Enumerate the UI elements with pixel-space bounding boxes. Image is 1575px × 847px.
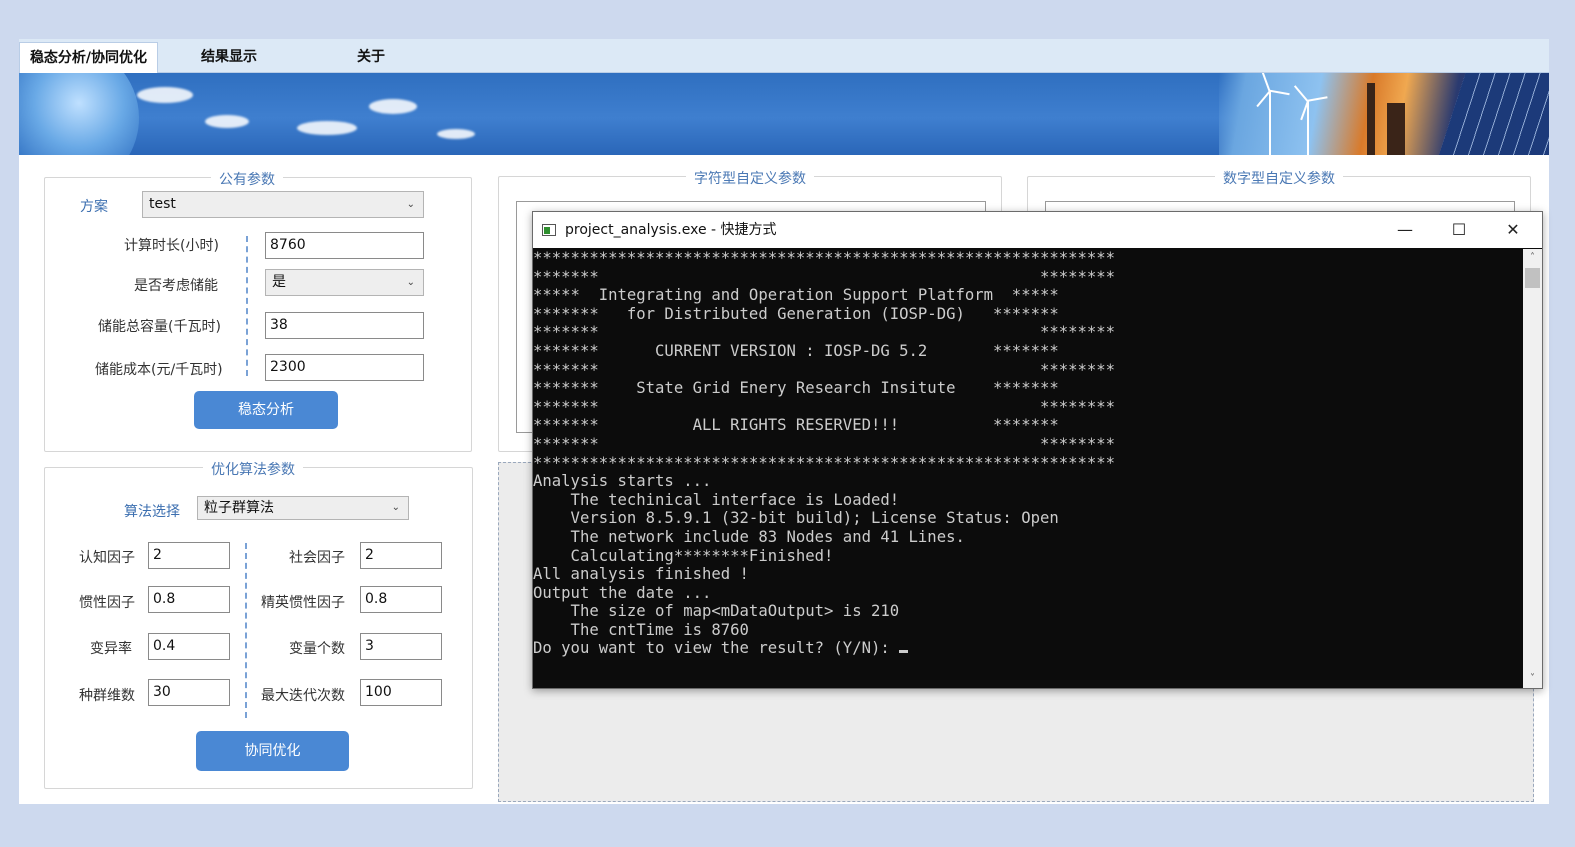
scheme-select[interactable]: test ⌄ [142, 191, 424, 218]
variable-count-input[interactable]: 3 [360, 633, 442, 660]
divider [245, 543, 247, 718]
console-line: ****************************************… [533, 249, 1116, 267]
scroll-up-icon[interactable]: ˄ [1523, 249, 1542, 267]
optimization-params-group: 优化算法参数 算法选择 粒子群算法 ⌄ 认知因子 2 社会因子 2 惯性因子 0… [44, 459, 473, 789]
algorithm-select[interactable]: 粒子群算法 ⌄ [197, 496, 409, 520]
console-line: The size of map<mDataOutput> is 210 [533, 602, 900, 621]
close-icon[interactable]: ✕ [1486, 212, 1540, 248]
elite-inertia-factor-input[interactable]: 0.8 [360, 586, 442, 613]
cloud-image [205, 115, 249, 128]
social-factor-input[interactable]: 2 [360, 542, 442, 569]
cloud-image [297, 121, 357, 135]
console-line: ******* ******** [533, 267, 1116, 286]
tab-about[interactable]: 关于 [319, 42, 423, 73]
cursor-icon [899, 650, 909, 654]
header-banner [19, 73, 1549, 155]
maximize-icon[interactable]: ☐ [1432, 212, 1486, 248]
social-factor-label: 社会因子 [289, 550, 345, 566]
console-line: Calculating********Finished! [533, 546, 834, 565]
inertia-factor-input[interactable]: 0.8 [148, 586, 230, 613]
console-line: ******* ALL RIGHTS RESERVED!!! ******* [533, 416, 1059, 435]
tab-bar: 稳态分析/协同优化 结果显示 关于 [19, 39, 1549, 73]
variable-count-label: 变量个数 [289, 641, 345, 657]
console-window[interactable]: project_analysis.exe - 快捷方式 — ☐ ✕ ******… [532, 211, 1543, 689]
chevron-down-icon: ⌄ [406, 199, 415, 210]
globe-image [19, 73, 139, 155]
algorithm-select-value: 粒子群算法 [204, 500, 274, 516]
console-line: All analysis finished ! [533, 565, 749, 584]
mutation-rate-label: 变异率 [90, 641, 132, 657]
console-line: Version 8.5.9.1 (32-bit build); License … [533, 509, 1059, 528]
chevron-down-icon: ⌄ [391, 502, 400, 513]
console-line: ***** Integrating and Operation Support … [533, 286, 1059, 305]
console-line: ******* CURRENT VERSION : IOSP-DG 5.2 **… [533, 341, 1059, 360]
scroll-down-icon[interactable]: ˅ [1523, 670, 1542, 688]
cloud-image [369, 99, 417, 114]
console-line: ******* State Grid Enery Research Insitu… [533, 379, 1059, 398]
console-line: ****************************************… [533, 453, 1116, 472]
divider [246, 236, 248, 376]
storage-label: 是否考虑储能 [134, 278, 218, 294]
optimization-params-title: 优化算法参数 [203, 459, 303, 479]
console-line: Do you want to view the result? (Y/N): [533, 639, 1523, 658]
cost-input[interactable]: 2300 [265, 354, 424, 381]
console-title-bar[interactable]: project_analysis.exe - 快捷方式 — ☐ ✕ [533, 212, 1542, 248]
population-size-label: 种群维数 [79, 688, 135, 704]
console-line: The network include 83 Nodes and 41 Line… [533, 527, 965, 546]
public-params-group: 公有参数 方案 test ⌄ 计算时长(小时) 8760 是否考虑储能 是 ⌄ … [44, 169, 472, 452]
solar-panel-image [1439, 73, 1549, 155]
elite-inertia-factor-label: 精英惯性因子 [261, 595, 345, 611]
wind-turbine-icon [1307, 101, 1309, 155]
storage-select[interactable]: 是 ⌄ [265, 269, 424, 296]
console-line: Output the date ... [533, 583, 712, 602]
tab-steady-state-analysis[interactable]: 稳态分析/协同优化 [19, 42, 158, 73]
console-app-icon [542, 224, 556, 236]
duration-input[interactable]: 8760 [265, 232, 424, 259]
collaborative-optimize-button[interactable]: 协同优化 [196, 731, 349, 771]
string-custom-params-title: 字符型自定义参数 [686, 168, 814, 188]
console-line: ******* for Distributed Generation (IOSP… [533, 304, 1059, 323]
console-line: ******* ******** [533, 360, 1116, 379]
cost-label: 储能成本(元/千瓦时) [95, 362, 223, 378]
console-line: ******* ******** [533, 434, 1116, 453]
factory-icon [1387, 103, 1405, 155]
scheme-select-value: test [149, 196, 176, 212]
energy-scene-image [1219, 73, 1549, 155]
tab-result-display[interactable]: 结果显示 [169, 42, 289, 73]
console-line: Analysis starts ... [533, 472, 712, 491]
population-size-input[interactable]: 30 [148, 679, 230, 706]
inertia-factor-label: 惯性因子 [79, 595, 135, 611]
capacity-input[interactable]: 38 [265, 312, 424, 339]
cloud-image [437, 129, 475, 139]
max-iterations-input[interactable]: 100 [360, 679, 442, 706]
number-custom-params-title: 数字型自定义参数 [1215, 168, 1343, 188]
console-line: ******* ******** [533, 397, 1116, 416]
public-params-title: 公有参数 [211, 169, 283, 189]
wind-turbine-icon [1269, 91, 1271, 155]
console-title: project_analysis.exe - 快捷方式 [565, 222, 777, 238]
max-iterations-label: 最大迭代次数 [261, 688, 345, 704]
mutation-rate-input[interactable]: 0.4 [148, 633, 230, 660]
cognitive-factor-input[interactable]: 2 [148, 542, 230, 569]
scheme-label: 方案 [80, 199, 108, 215]
storage-select-value: 是 [272, 274, 286, 290]
scroll-thumb[interactable] [1525, 268, 1540, 288]
console-scrollbar[interactable]: ˄ ˅ [1523, 249, 1542, 688]
factory-chimney-icon [1367, 83, 1375, 155]
steady-analysis-button[interactable]: 稳态分析 [194, 391, 338, 429]
duration-label: 计算时长(小时) [124, 238, 219, 254]
cognitive-factor-label: 认知因子 [79, 550, 135, 566]
capacity-label: 储能总容量(千瓦时) [98, 319, 221, 335]
console-line: The techinical interface is Loaded! [533, 490, 900, 509]
minimize-icon[interactable]: — [1378, 212, 1432, 248]
algorithm-label: 算法选择 [124, 504, 180, 520]
cloud-image [137, 87, 193, 103]
console-output: ****************************************… [533, 249, 1523, 687]
chevron-down-icon: ⌄ [406, 277, 415, 288]
console-line: ******* ******** [533, 323, 1116, 342]
console-line: The cntTime is 8760 [533, 620, 749, 639]
